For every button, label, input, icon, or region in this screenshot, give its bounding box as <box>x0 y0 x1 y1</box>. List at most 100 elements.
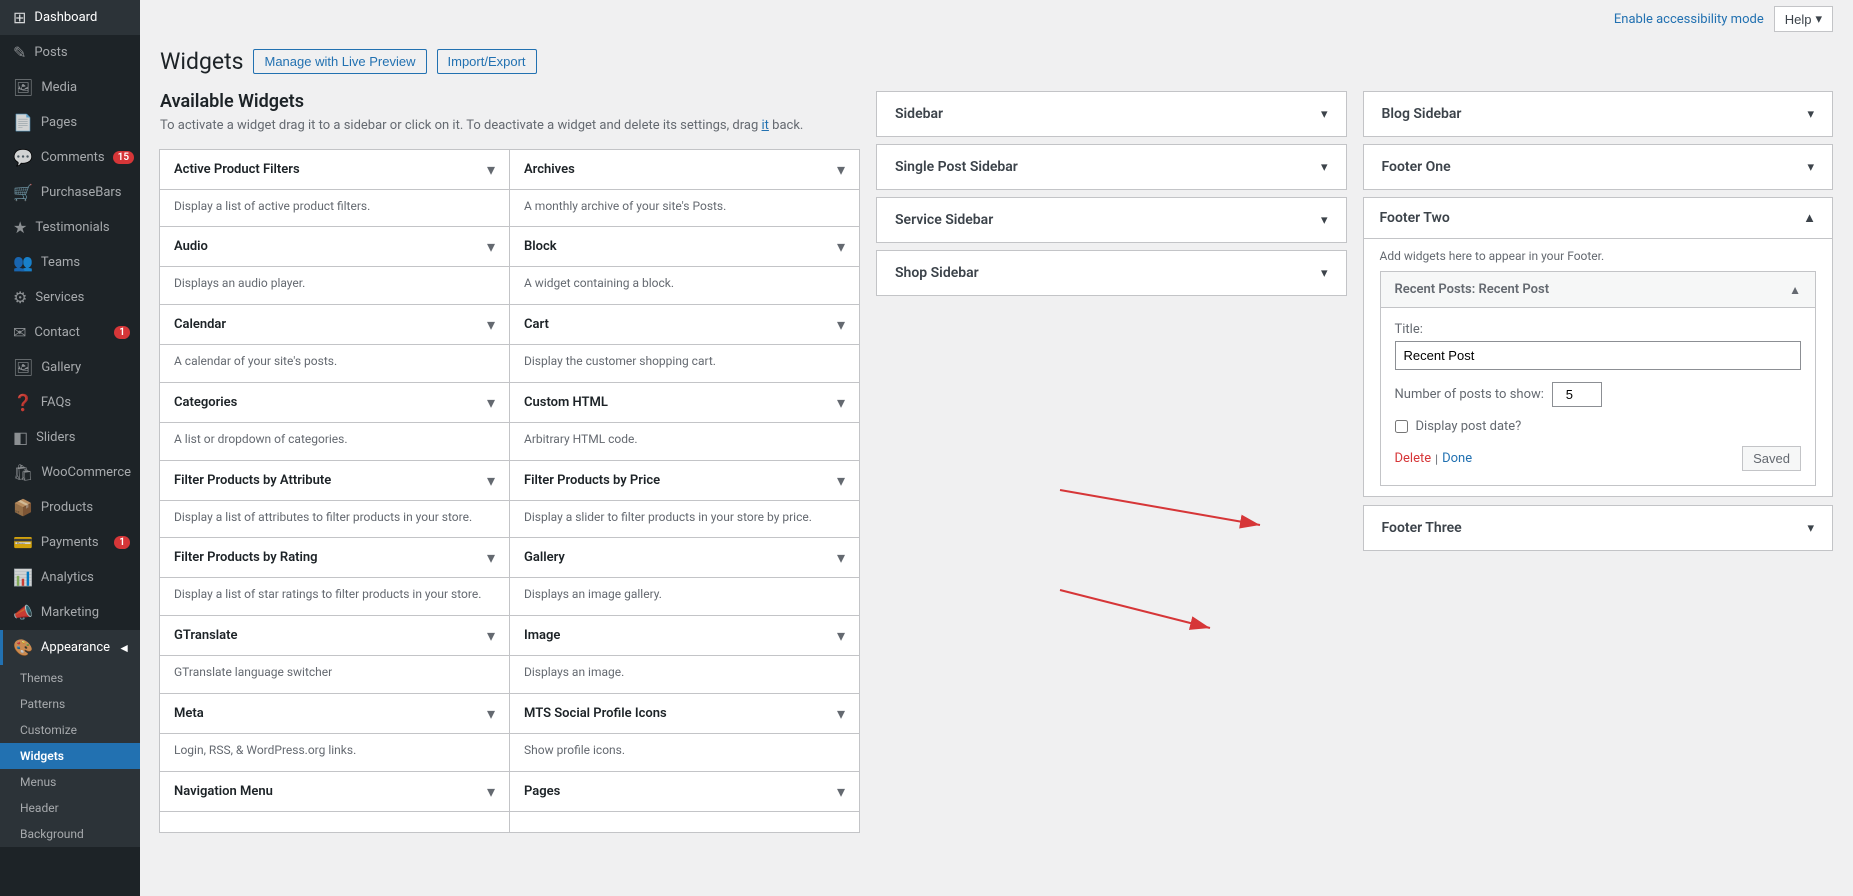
left-panels-col: Sidebar ▾ Single Post Sidebar ▾ <box>876 91 1347 550</box>
sidebar-item-menus[interactable]: Menus <box>0 769 140 795</box>
sidebar-item-label: Comments <box>41 150 105 165</box>
sidebar-item-widgets[interactable]: Widgets <box>0 743 140 769</box>
action-separator: | <box>1431 452 1442 466</box>
sidebar-item-products[interactable]: 📦 Products <box>0 490 140 525</box>
chevron-down-icon: ▾ <box>837 471 845 490</box>
woocommerce-icon: 🛍 <box>13 463 33 482</box>
widget-filter-by-rating-header[interactable]: Filter Products by Rating ▾ <box>160 538 509 578</box>
blog-sidebar-panel: Blog Sidebar ▾ <box>1363 91 1834 137</box>
widget-audio-header[interactable]: Audio ▾ <box>160 227 509 267</box>
chevron-down-icon: ▾ <box>1807 160 1814 175</box>
footer-three-panel: Footer Three ▾ <box>1363 505 1834 551</box>
chevron-down-icon: ▾ <box>487 160 495 179</box>
widget-custom-html-header[interactable]: Custom HTML ▾ <box>510 383 859 423</box>
widget-filter-by-price: Filter Products by Price ▾ Display a sli… <box>509 460 860 539</box>
widget-cart-header[interactable]: Cart ▾ <box>510 305 859 345</box>
widget-block-header[interactable]: Block ▾ <box>510 227 859 267</box>
sidebar-item-marketing[interactable]: 📣 Marketing <box>0 595 140 630</box>
sidebar-item-label: WooCommerce <box>41 465 131 480</box>
sidebar-item-pages[interactable]: 📄 Pages <box>0 105 140 140</box>
single-post-sidebar-panel-header[interactable]: Single Post Sidebar ▾ <box>877 145 1346 189</box>
widget-filter-by-price-header[interactable]: Filter Products by Price ▾ <box>510 461 859 501</box>
sidebar-item-payments[interactable]: 💳 Payments 1 <box>0 525 140 560</box>
done-link[interactable]: Done <box>1442 451 1472 466</box>
sidebar-item-label: Contact <box>34 325 79 340</box>
sidebar-item-faqs[interactable]: ❓ FAQs <box>0 385 140 420</box>
pages-icon: 📄 <box>13 113 33 132</box>
sidebar-item-appearance[interactable]: 🎨 Appearance ◄ <box>0 630 140 665</box>
footer-three-panel-header[interactable]: Footer Three ▾ <box>1364 506 1833 550</box>
display-date-checkbox[interactable] <box>1395 420 1408 433</box>
widget-pages-header[interactable]: Pages ▾ <box>510 772 859 812</box>
accessibility-link[interactable]: Enable accessibility mode <box>1614 12 1764 27</box>
widget-actions: Delete | Done Saved <box>1395 446 1802 471</box>
marketing-icon: 📣 <box>13 603 33 622</box>
sidebar-item-sliders[interactable]: ◧ Sliders <box>0 420 140 455</box>
sidebar-item-analytics[interactable]: 📊 Analytics <box>0 560 140 595</box>
blog-sidebar-panel-header[interactable]: Blog Sidebar ▾ <box>1364 92 1833 136</box>
sidebar-item-media[interactable]: 🖼 Media <box>0 70 140 105</box>
widget-meta-header[interactable]: Meta ▾ <box>160 694 509 734</box>
sidebar-item-contact[interactable]: ✉ Contact 1 <box>0 315 140 350</box>
sidebar-item-testimonials[interactable]: ★ Testimonials <box>0 210 140 245</box>
dashboard-icon: ⊞ <box>13 8 26 27</box>
themes-label: Themes <box>20 671 63 685</box>
recent-posts-widget: Recent Posts: Recent Post ▲ Title: <box>1380 271 1817 486</box>
sidebar: ⊞ Dashboard ✎ Posts 🖼 Media 📄 Pages 💬 Co… <box>0 0 140 896</box>
widget-cart: Cart ▾ Display the customer shopping car… <box>509 304 860 383</box>
sidebar-item-header[interactable]: Header <box>0 795 140 821</box>
posts-icon: ✎ <box>13 43 26 62</box>
sidebar-item-services[interactable]: ⚙ Services <box>0 280 140 315</box>
shop-sidebar-panel-header[interactable]: Shop Sidebar ▾ <box>877 251 1346 295</box>
it-link[interactable]: it <box>762 118 769 133</box>
manage-live-preview-button[interactable]: Manage with Live Preview <box>253 49 426 74</box>
sidebar-item-teams[interactable]: 👥 Teams <box>0 245 140 280</box>
widget-audio: Audio ▾ Displays an audio player. <box>159 226 510 305</box>
widget-active-product-filters-header[interactable]: Active Product Filters ▾ <box>160 150 509 190</box>
sidebar-panel-header[interactable]: Sidebar ▾ <box>877 92 1346 136</box>
sidebar-item-comments[interactable]: 💬 Comments 15 <box>0 140 140 175</box>
recent-posts-widget-header[interactable]: Recent Posts: Recent Post ▲ <box>1381 272 1816 308</box>
footer-one-panel-header[interactable]: Footer One ▾ <box>1364 145 1833 189</box>
widget-calendar-header[interactable]: Calendar ▾ <box>160 305 509 345</box>
title-input[interactable] <box>1395 341 1802 370</box>
widget-gtranslate-header[interactable]: GTranslate ▾ <box>160 616 509 656</box>
sidebar-item-purchasebars[interactable]: 🛒 PurchaseBars <box>0 175 140 210</box>
sidebar-item-background[interactable]: Background <box>0 821 140 847</box>
widget-filter-by-attribute-header[interactable]: Filter Products by Attribute ▾ <box>160 461 509 501</box>
widget-gallery-header[interactable]: Gallery ▾ <box>510 538 859 578</box>
purchasebars-icon: 🛒 <box>13 183 33 202</box>
patterns-label: Patterns <box>20 697 65 711</box>
sidebar-item-dashboard[interactable]: ⊞ Dashboard <box>0 0 140 35</box>
widget-categories-header[interactable]: Categories ▾ <box>160 383 509 423</box>
comments-icon: 💬 <box>13 148 33 167</box>
import-export-button[interactable]: Import/Export <box>437 49 537 74</box>
sidebar-item-label: Testimonials <box>35 220 109 235</box>
widget-block: Block ▾ A widget containing a block. <box>509 226 860 305</box>
testimonials-icon: ★ <box>13 218 27 237</box>
sidebar-item-label: Marketing <box>41 605 99 620</box>
delete-link[interactable]: Delete <box>1395 451 1432 466</box>
available-widgets-section: Available Widgets To activate a widget d… <box>160 91 860 833</box>
service-sidebar-panel-header[interactable]: Service Sidebar ▾ <box>877 198 1346 242</box>
widget-image-header[interactable]: Image ▾ <box>510 616 859 656</box>
footer-two-panel-header[interactable]: Footer Two ▲ <box>1364 198 1833 238</box>
widget-mts-social-header[interactable]: MTS Social Profile Icons ▾ <box>510 694 859 734</box>
footer-two-body: Add widgets here to appear in your Foote… <box>1364 238 1833 496</box>
widget-archives-header[interactable]: Archives ▾ <box>510 150 859 190</box>
footer-one-panel: Footer One ▾ <box>1363 144 1834 190</box>
sidebar-item-gallery[interactable]: 🖼 Gallery <box>0 350 140 385</box>
menus-label: Menus <box>20 775 56 789</box>
chevron-down-icon: ▾ <box>837 160 845 179</box>
widget-gallery: Gallery ▾ Displays an image gallery. <box>509 537 860 616</box>
sidebar-item-woocommerce[interactable]: 🛍 WooCommerce <box>0 455 140 490</box>
sidebar-item-themes[interactable]: Themes <box>0 665 140 691</box>
shop-sidebar-panel: Shop Sidebar ▾ <box>876 250 1347 296</box>
posts-count-input[interactable] <box>1552 382 1602 407</box>
sidebar-item-customize[interactable]: Customize <box>0 717 140 743</box>
sidebar-item-posts[interactable]: ✎ Posts <box>0 35 140 70</box>
contact-icon: ✉ <box>13 323 26 342</box>
widget-navigation-menu-header[interactable]: Navigation Menu ▾ <box>160 772 509 812</box>
help-button[interactable]: Help ▾ <box>1774 6 1833 32</box>
sidebar-item-patterns[interactable]: Patterns <box>0 691 140 717</box>
